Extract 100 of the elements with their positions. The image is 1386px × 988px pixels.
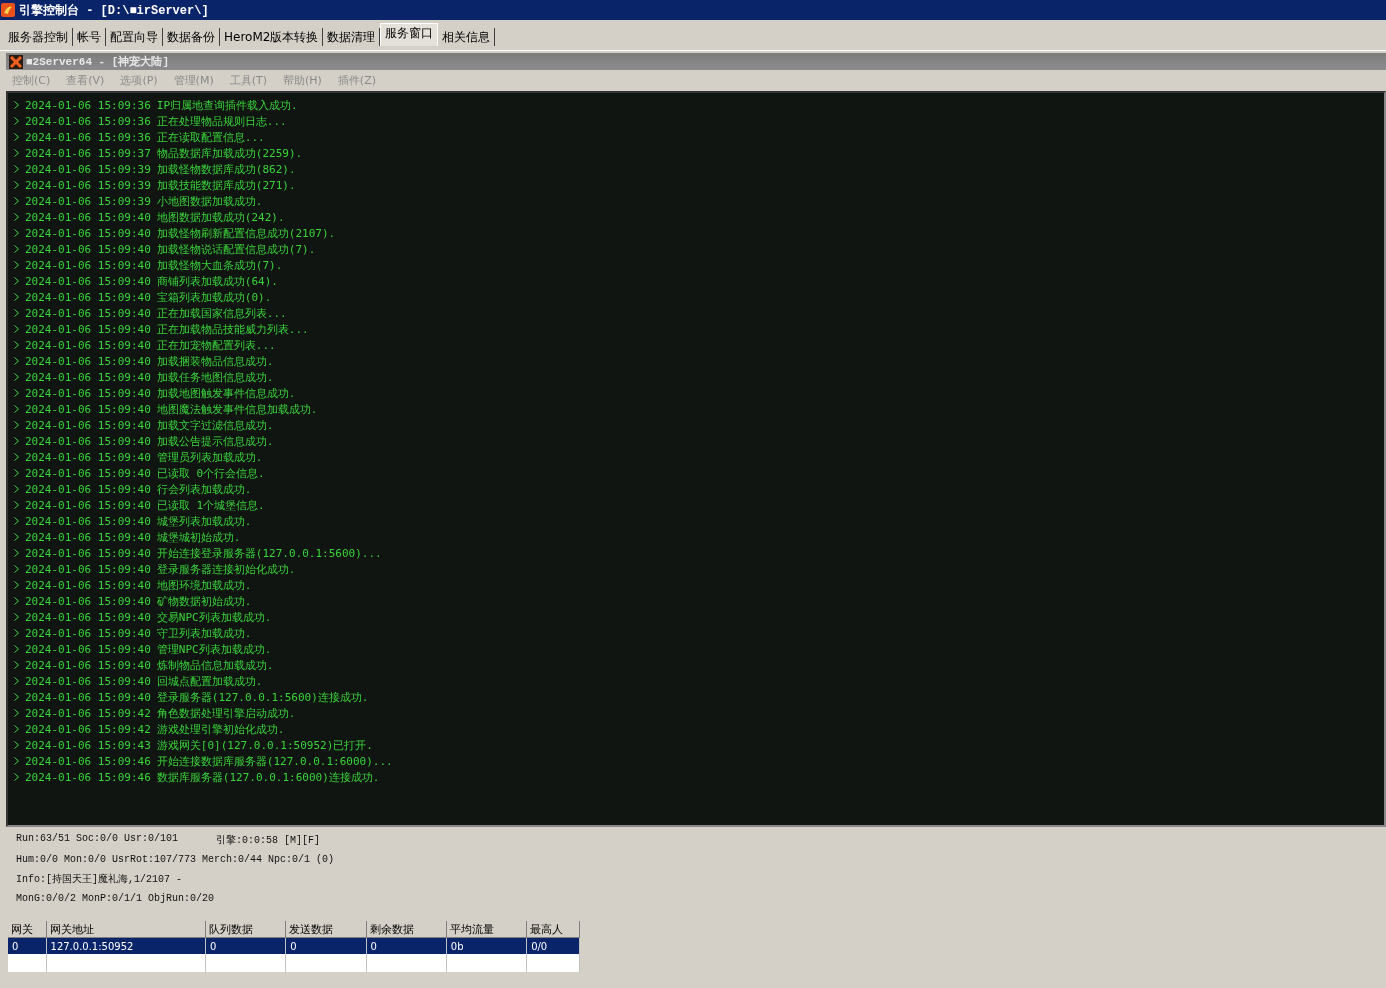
status-text: Run:63/51 Soc:0/0 Usr:0/101 xyxy=(16,833,179,846)
tab[interactable]: 配置向导 xyxy=(106,28,163,46)
log-message: 行会列表加载成功. xyxy=(156,481,252,497)
log-message: 加载怪物说话配置信息成功(7). xyxy=(156,241,316,257)
log-timestamp: 2024-01-06 15:09:37 xyxy=(25,146,151,160)
tab[interactable]: 数据备份 xyxy=(163,28,220,46)
log-message: 角色数据处理引擎启动成功. xyxy=(156,705,296,721)
log-timestamp: 2024-01-06 15:09:40 xyxy=(25,274,151,288)
log-timestamp: 2024-01-06 15:09:40 xyxy=(25,466,151,480)
log-message: 回城点配置加载成功. xyxy=(156,673,263,689)
column-header[interactable]: 最高人 xyxy=(526,921,580,938)
tab[interactable]: 相关信息 xyxy=(438,28,496,46)
log-message: 加载任务地图信息成功. xyxy=(156,369,274,385)
log-message: 加载怪物数据库成功(862). xyxy=(156,161,296,177)
log-message: 物品数据库加载成功(2259). xyxy=(156,145,303,161)
column-header[interactable]: 队列数据 xyxy=(205,921,286,938)
log-timestamp: 2024-01-06 15:09:43 xyxy=(25,738,151,752)
log-message: 正在读取配置信息... xyxy=(156,129,265,145)
log-timestamp: 2024-01-06 15:09:40 xyxy=(25,626,151,640)
tab[interactable]: 服务窗口 xyxy=(380,23,439,46)
log-message: 加载怪物大血条成功(7). xyxy=(156,257,283,273)
log-message: 正在加载物品技能威力列表... xyxy=(156,321,309,337)
log-message: 正在处理物品规则日志... xyxy=(156,113,287,129)
log-message: 城堡列表加载成功. xyxy=(156,513,252,529)
log-timestamp: 2024-01-06 15:09:39 xyxy=(25,178,151,192)
log-timestamp: 2024-01-06 15:09:40 xyxy=(25,290,151,304)
status-text: Info:[持国天王]魔礼海,1/2107 - xyxy=(16,872,183,886)
log-message: 加载技能数据库成功(271). xyxy=(156,177,296,193)
column-header[interactable]: 网关地址 xyxy=(46,921,206,938)
log-message: 游戏网关[0](127.0.0.1:50952)已打开. xyxy=(156,737,373,753)
log-message: 商铺列表加载成功(64). xyxy=(156,273,278,289)
log-message: 加载怪物刷新配置信息成功(2107). xyxy=(156,225,336,241)
log-timestamp: 2024-01-06 15:09:40 xyxy=(25,498,151,512)
log-timestamp: 2024-01-06 15:09:40 xyxy=(25,386,151,400)
log-timestamp: 2024-01-06 15:09:36 xyxy=(25,114,151,128)
window-title: 引擎控制台 - [D:\■irServer\] xyxy=(19,2,209,19)
log-message: 加载捆装物品信息成功. xyxy=(156,353,274,369)
app-logo-icon xyxy=(1,3,15,17)
log-timestamp: 2024-01-06 15:09:39 xyxy=(25,162,151,176)
log-timestamp: 2024-01-06 15:09:40 xyxy=(25,322,151,336)
log-timestamp: 2024-01-06 15:09:40 xyxy=(25,418,151,432)
log-timestamp: 2024-01-06 15:09:40 xyxy=(25,562,151,576)
log-message: 管理员列表加载成功. xyxy=(156,449,263,465)
tab[interactable]: 帐号 xyxy=(73,28,106,46)
log-timestamp: 2024-01-06 15:09:39 xyxy=(25,194,151,208)
column-header[interactable]: 剩余数据 xyxy=(366,921,447,938)
log-message: 城堡城初始成功. xyxy=(156,529,241,545)
log-message: 地图环境加载成功. xyxy=(156,577,252,593)
log-timestamp: 2024-01-06 15:09:40 xyxy=(25,674,151,688)
log-timestamp: 2024-01-06 15:09:40 xyxy=(25,434,151,448)
column-header[interactable]: 网关 xyxy=(8,921,46,938)
log-message: 登录服务器(127.0.0.1:5600)连接成功. xyxy=(156,689,369,705)
log-timestamp: 2024-01-06 15:09:40 xyxy=(25,370,151,384)
log-message: 宝箱列表加载成功(0). xyxy=(156,289,272,305)
log-message: 守卫列表加载成功. xyxy=(156,625,252,641)
log-message: 矿物数据初始成功. xyxy=(156,593,252,609)
log-message: 小地图数据加载成功. xyxy=(156,193,263,209)
log-message: 管理NPC列表加载成功. xyxy=(156,641,272,657)
log-timestamp: 2024-01-06 15:09:40 xyxy=(25,354,151,368)
column-header[interactable]: 平均流量 xyxy=(446,921,527,938)
log-timestamp: 2024-01-06 15:09:40 xyxy=(25,610,151,624)
log-timestamp: 2024-01-06 15:09:36 xyxy=(25,130,151,144)
log-timestamp: 2024-01-06 15:09:40 xyxy=(25,242,151,256)
log-timestamp: 2024-01-06 15:09:40 xyxy=(25,258,151,272)
log-message: 开始连接登录服务器(127.0.0.1:5600)... xyxy=(156,545,382,561)
log-timestamp: 2024-01-06 15:09:40 xyxy=(25,578,151,592)
log-message: 数据库服务器(127.0.0.1:6000)连接成功. xyxy=(156,769,380,785)
log-timestamp: 2024-01-06 15:09:40 xyxy=(25,210,151,224)
status-text: 引擎:0:0:58 [M][F] xyxy=(216,834,321,847)
log-message: 正在加载国家信息列表... xyxy=(156,305,287,321)
log-timestamp: 2024-01-06 15:09:36 xyxy=(25,98,151,112)
log-message: 已读取 0个行会信息. xyxy=(156,465,265,481)
log-timestamp: 2024-01-06 15:09:42 xyxy=(25,706,151,720)
log-message: 加载文字过滤信息成功. xyxy=(156,417,274,433)
log-timestamp: 2024-01-06 15:09:40 xyxy=(25,642,151,656)
log-message: 游戏处理引擎初始化成功. xyxy=(156,721,285,737)
log-message: 交易NPC列表加载成功. xyxy=(156,609,272,625)
log-message: 炼制物品信息加载成功. xyxy=(156,657,274,673)
log-timestamp: 2024-01-06 15:09:40 xyxy=(25,546,151,560)
log-timestamp: 2024-01-06 15:09:40 xyxy=(25,338,151,352)
log-timestamp: 2024-01-06 15:09:40 xyxy=(25,530,151,544)
log-timestamp: 2024-01-06 15:09:40 xyxy=(25,594,151,608)
log-timestamp: 2024-01-06 15:09:40 xyxy=(25,226,151,240)
log-message: 已读取 1个城堡信息. xyxy=(156,497,265,513)
status-text: MonG:0/0/2 MonP:0/1/1 ObjRun:0/20 xyxy=(16,893,216,904)
tab[interactable]: 服务器控制 xyxy=(4,28,73,46)
log-timestamp: 2024-01-06 15:09:40 xyxy=(25,514,151,528)
tab[interactable]: HeroM2版本转换 xyxy=(220,28,324,46)
log-timestamp: 2024-01-06 15:09:40 xyxy=(25,482,151,496)
log-timestamp: 2024-01-06 15:09:40 xyxy=(25,690,151,704)
log-timestamp: 2024-01-06 15:09:40 xyxy=(25,658,151,672)
log-message: 开始连接数据库服务器(127.0.0.1:6000)... xyxy=(156,753,393,769)
log-message: 地图魔法触发事件信息加载成功. xyxy=(156,401,318,417)
log-message: 地图数据加载成功(242). xyxy=(156,209,285,225)
child-window-title: ■2Server64 - [神宠大陆] xyxy=(26,54,170,69)
log-timestamp: 2024-01-06 15:09:42 xyxy=(25,722,151,736)
log-timestamp: 2024-01-06 15:09:46 xyxy=(25,754,151,768)
log-message: 加载地图触发事件信息成功. xyxy=(156,385,296,401)
column-header[interactable]: 发送数据 xyxy=(285,921,367,938)
log-message: 登录服务器连接初始化成功. xyxy=(156,561,296,577)
